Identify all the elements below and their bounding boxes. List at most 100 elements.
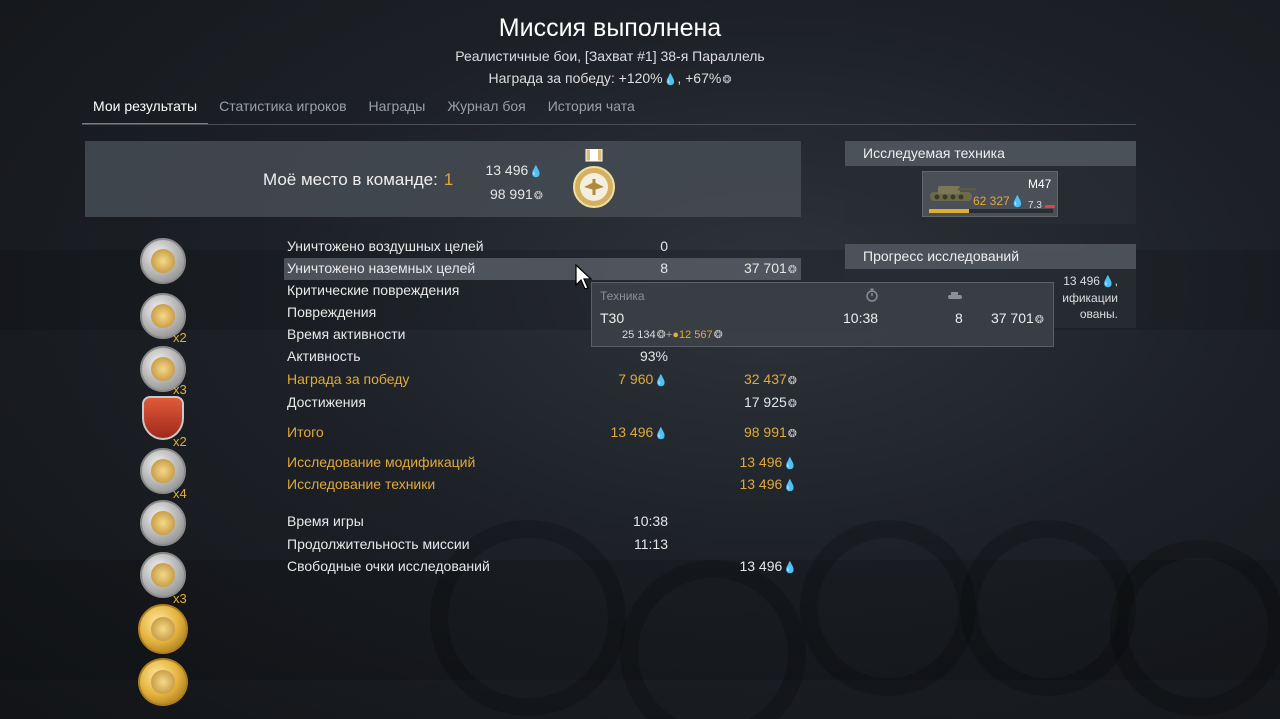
stat-silver: 37 701❂	[744, 258, 797, 280]
stat-name: Время игры	[287, 513, 364, 529]
tab-bar: Мои результаты Статистика игроков Наград…	[82, 96, 646, 125]
stat-name: Награда за победу	[287, 371, 410, 387]
tooltip-bonus-reward: 12 567	[678, 329, 713, 341]
stat-row: Свободные очки исследований 13 496💧	[287, 556, 801, 578]
place-silver-lions: 98 991	[489, 186, 533, 202]
research-progress-bar	[929, 209, 969, 213]
stat-value: 11:13	[634, 536, 668, 552]
stat-row-highlighted[interactable]: Уничтожено наземных целей 8 37 701❂	[284, 258, 801, 280]
silver-lion-icon: ❂	[787, 428, 797, 440]
stat-name: Уничтожено наземных целей	[287, 260, 476, 276]
stat-row-total: Итого 13 496💧 98 991❂	[287, 422, 801, 444]
free-research-icon: 💧	[783, 562, 797, 574]
tooltip-reward: 37 701❂	[991, 310, 1044, 326]
stat-row: Время игры 10:38	[287, 511, 801, 533]
tab-player-stats[interactable]: Статистика игроков	[208, 96, 357, 123]
stat-research: 13 496💧	[610, 422, 668, 444]
tooltip-reward-breakdown: 25 134❂+●12 567❂	[622, 328, 723, 341]
tab-my-results[interactable]: Мои результаты	[82, 96, 209, 125]
tab-awards[interactable]: Награды	[358, 96, 437, 123]
progress-points: 13 496	[1063, 274, 1100, 288]
tab-battle-log[interactable]: Журнал боя	[436, 96, 536, 123]
stat-silver-value: 98 991	[743, 424, 787, 440]
vehicle-points-value: 62 327	[973, 194, 1010, 208]
award-gold-badge-icon[interactable]	[138, 604, 188, 654]
place-rewards: 13 496💧 98 991❂	[485, 159, 543, 207]
tooltip-base-reward: 25 134	[622, 329, 656, 341]
reward-text: Награда за победу: +120%	[488, 70, 663, 86]
stat-row: Уничтожено воздушных целей 0	[287, 236, 801, 258]
award-multiplier: x3	[173, 591, 187, 606]
stat-row: Достижения 17 925❂	[287, 392, 801, 414]
tab-divider	[82, 124, 1136, 125]
stat-free-research: 13 496💧	[739, 556, 797, 578]
tank-icon	[930, 186, 976, 201]
silver-lion-icon: ❂	[787, 375, 797, 387]
stat-name: Итого	[287, 424, 324, 440]
award-multiplier: x4	[173, 486, 187, 501]
stat-value: 93%	[639, 348, 668, 364]
research-vehicle-header: Исследуемая техника	[845, 141, 1136, 166]
silver-lion-icon: ❂	[656, 329, 666, 341]
place-research-points: 13 496	[485, 162, 529, 178]
tab-chat-history[interactable]: История чата	[537, 96, 646, 123]
stat-research-value: 13 496	[739, 454, 783, 470]
stat-research: 13 496💧	[739, 452, 797, 474]
stat-research: 7 960💧	[618, 369, 668, 391]
research-icon: 💧	[1010, 196, 1025, 208]
vehicle-name: M47	[1028, 177, 1052, 191]
stat-value: 8	[660, 260, 668, 276]
reward-text-2: , +67%	[677, 70, 722, 86]
awards-column: x2 x3 x2 x4 x3	[132, 236, 202, 706]
tooltip-reward-value: 37 701	[990, 310, 1034, 326]
stat-name: Продолжительность миссии	[287, 536, 470, 552]
stat-name: Свободные очки исследований	[287, 558, 490, 574]
research-icon: 💧	[529, 166, 543, 178]
silver-lion-icon: ❂	[787, 264, 797, 276]
research-progress-header: Прогресс исследований	[845, 244, 1136, 269]
silver-lion-icon: ❂	[787, 398, 797, 410]
stat-row: Исследование техники 13 496💧	[287, 474, 801, 496]
stat-name: Повреждения	[287, 304, 377, 320]
stat-value: 0	[660, 238, 668, 254]
research-vehicle-card[interactable]: M47 62 327💧 7.3 ▬	[922, 171, 1058, 217]
research-progress-track	[969, 209, 1053, 213]
vehicle-research-points: 62 327💧	[973, 194, 1024, 208]
stat-silver-value: 32 437	[743, 371, 787, 387]
stat-row: Продолжительность миссии 11:13	[287, 534, 801, 556]
team-place-label: Моё место в команде: 1	[263, 170, 453, 190]
stat-silver: 32 437❂	[744, 369, 797, 391]
vehicle-tooltip: Техника T30 10:38 8 37 701❂ 25 134❂+●12 …	[591, 282, 1054, 347]
research-icon: 💧	[654, 375, 668, 387]
stat-name: Исследование модификаций	[287, 454, 476, 470]
victory-reward: Награда за победу: +120%💧, +67%❂	[0, 70, 1220, 86]
stat-name: Время активности	[287, 326, 406, 342]
first-place-medal-icon	[573, 149, 615, 208]
stat-name: Активность	[287, 348, 361, 364]
page-title: Миссия выполнена	[498, 14, 722, 42]
award-badge-icon[interactable]	[140, 238, 186, 284]
team-place-text: Моё место в команде:	[263, 170, 438, 189]
stat-research: 13 496💧	[739, 474, 797, 496]
stat-research-value: 13 496	[610, 424, 654, 440]
ground-kills-icon	[948, 292, 962, 299]
silver-lion-icon: ❂	[722, 74, 732, 86]
research-icon: 💧	[783, 458, 797, 470]
silver-lion-icon: ❂	[533, 190, 543, 202]
award-gold-tank-icon[interactable]	[138, 658, 188, 706]
stat-silver-value: 17 925	[743, 394, 787, 410]
award-multiplier: x3	[173, 382, 187, 397]
stat-silver: 98 991❂	[744, 422, 797, 444]
stat-silver: 17 925❂	[744, 392, 797, 414]
team-place-panel: Моё место в команде: 1 13 496💧 98 991❂	[85, 141, 801, 217]
stat-research-value: 7 960	[618, 371, 654, 387]
research-icon: 💧	[654, 428, 668, 440]
award-multiplier: x2	[173, 330, 187, 345]
mission-subtitle: Реалистичные бои, [Захват #1] 38-я Парал…	[455, 48, 765, 64]
tooltip-col-vehicle: Техника	[600, 289, 645, 303]
silver-lion-icon: ❂	[1034, 314, 1044, 326]
award-badge-icon[interactable]	[140, 500, 186, 546]
stat-name: Критические повреждения	[287, 282, 460, 298]
bonus-icon: ●	[672, 329, 679, 341]
stat-value: 10:38	[632, 513, 668, 529]
